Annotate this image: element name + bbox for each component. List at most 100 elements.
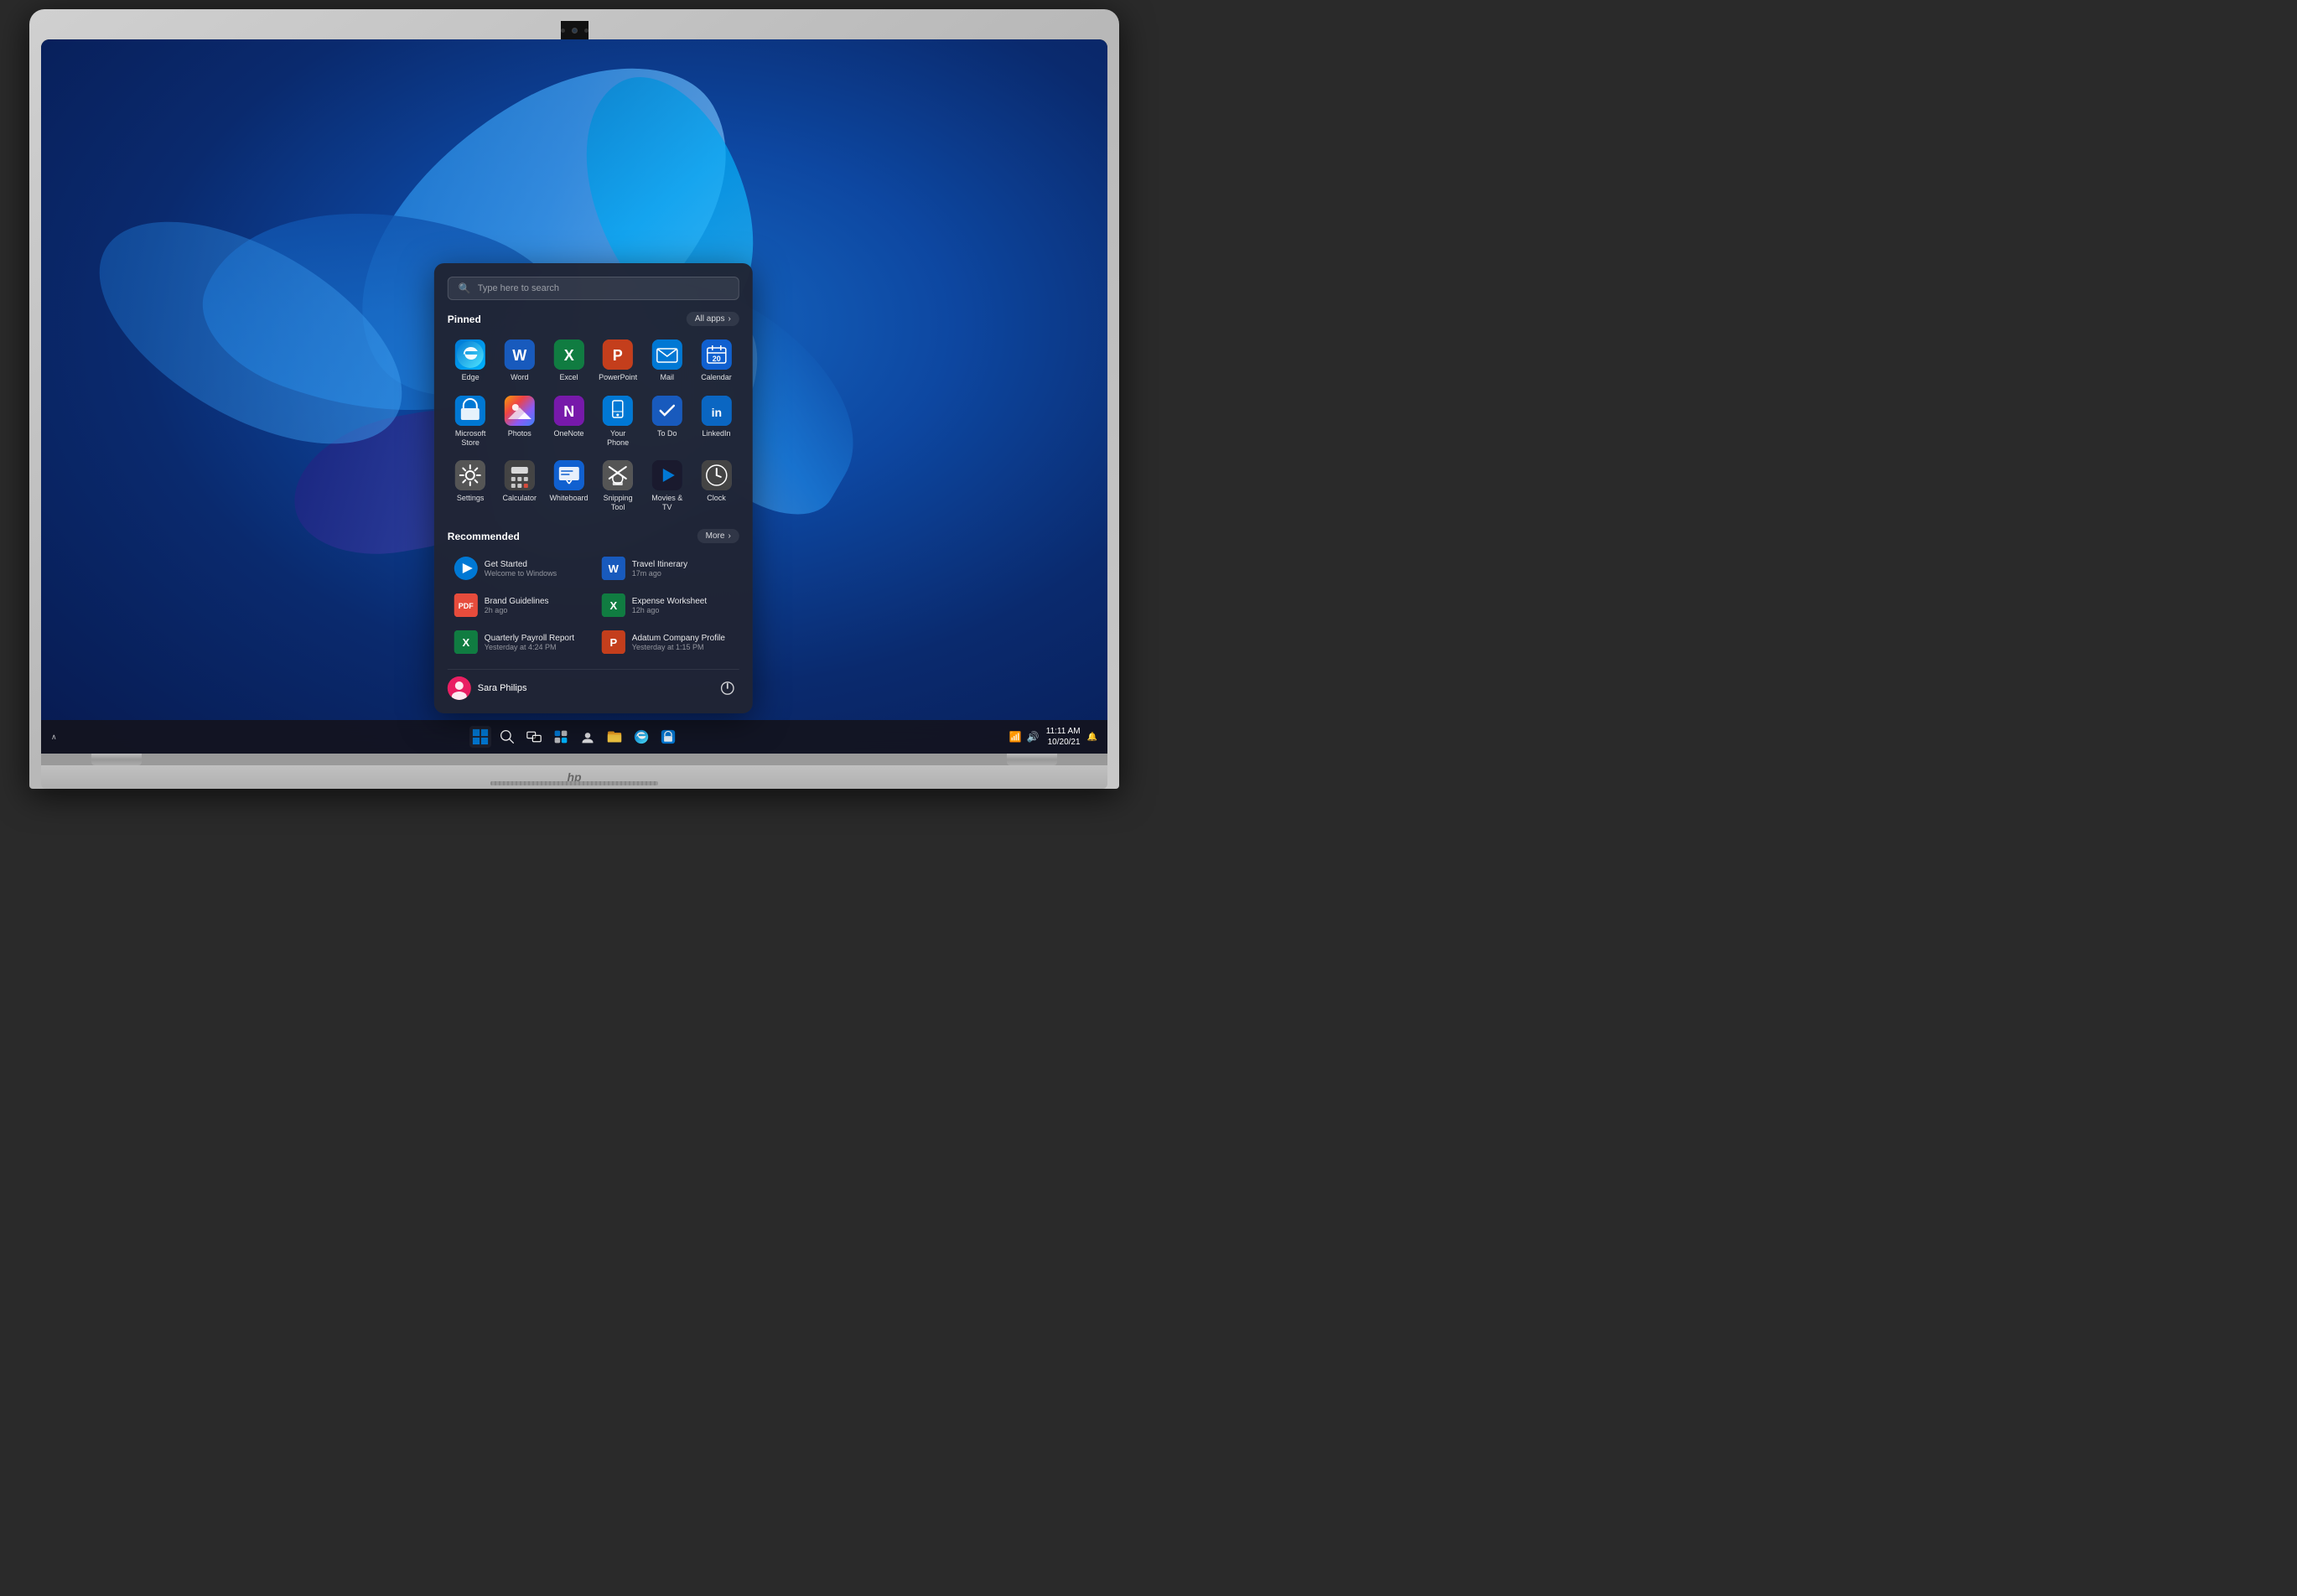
widgets-button[interactable]	[550, 726, 572, 748]
power-button[interactable]	[716, 676, 739, 700]
travel-itinerary-name: Travel Itinerary	[632, 560, 687, 569]
rec-expense-worksheet[interactable]: X Expense Worksheet 12h ago	[595, 588, 739, 622]
user-name: Sara Philips	[478, 683, 527, 693]
movies-tv-label: Movies & TV	[647, 494, 687, 512]
recommended-grid: Get Started Welcome to Windows W Travel …	[448, 552, 739, 659]
calendar-label: Calendar	[701, 373, 732, 382]
app-photos[interactable]: Photos	[496, 391, 542, 453]
svg-text:PDF: PDF	[459, 602, 474, 610]
app-whiteboard[interactable]: Whiteboard	[546, 455, 592, 517]
volume-icon[interactable]: 🔊	[1027, 731, 1040, 743]
more-button[interactable]: More ›	[697, 529, 739, 543]
camera-led	[561, 28, 565, 33]
taskbar-edge-button[interactable]	[630, 726, 652, 748]
taskbar-right: 📶 🔊 11:11 AM 10/20/21 🔔	[1009, 726, 1097, 748]
app-onenote[interactable]: N OneNote	[546, 391, 592, 453]
notification-icon[interactable]: 🔔	[1087, 733, 1097, 742]
movies-tv-icon	[652, 460, 682, 490]
speaker-grille	[490, 781, 658, 785]
app-linkedin[interactable]: in LinkedIn	[693, 391, 739, 453]
clock-label: Clock	[707, 494, 726, 503]
file-explorer-button[interactable]	[604, 726, 625, 748]
store-label: Microsoft Store	[451, 429, 490, 448]
travel-itinerary-text: Travel Itinerary 17m ago	[632, 560, 687, 578]
app-word[interactable]: W Word	[496, 334, 542, 387]
app-calendar[interactable]: 20 Calendar	[693, 334, 739, 387]
chat-button[interactable]	[577, 726, 599, 748]
rec-get-started[interactable]: Get Started Welcome to Windows	[448, 552, 592, 585]
svg-text:in: in	[711, 406, 721, 419]
user-info[interactable]: Sara Philips	[448, 676, 527, 700]
search-placeholder: Type here to search	[478, 283, 559, 293]
settings-icon	[455, 460, 485, 490]
search-bar[interactable]: 🔍 Type here to search	[448, 277, 739, 300]
all-apps-label: All apps	[695, 314, 725, 324]
brand-guidelines-text: Brand Guidelines 2h ago	[485, 597, 549, 614]
rec-brand-guidelines[interactable]: PDF Brand Guidelines 2h ago	[448, 588, 592, 622]
start-button[interactable]	[469, 726, 491, 748]
more-arrow: ›	[728, 531, 730, 541]
app-calculator[interactable]: Calculator	[496, 455, 542, 517]
photos-label: Photos	[508, 429, 531, 438]
svg-text:X: X	[563, 347, 573, 364]
svg-text:X: X	[609, 599, 617, 612]
user-section: Sara Philips	[448, 669, 739, 700]
taskbar-search-button[interactable]	[496, 726, 518, 748]
expense-worksheet-text: Expense Worksheet 12h ago	[632, 597, 707, 614]
datetime-display[interactable]: 11:11 AM 10/20/21	[1046, 726, 1081, 748]
app-store[interactable]: Microsoft Store	[448, 391, 494, 453]
pinned-grid: Edge W Word X Excel	[448, 334, 739, 517]
rec-adatum-profile[interactable]: P Adatum Company Profile Yesterday at 1:…	[595, 625, 739, 659]
snipping-tool-label: Snipping Tool	[599, 494, 638, 512]
quarterly-payroll-icon: X	[454, 630, 478, 654]
todo-icon	[652, 396, 682, 426]
svg-text:X: X	[462, 636, 469, 649]
app-movies-tv[interactable]: Movies & TV	[644, 455, 690, 517]
rec-quarterly-payroll[interactable]: X Quarterly Payroll Report Yesterday at …	[448, 625, 592, 659]
svg-text:P: P	[613, 347, 623, 364]
app-clock[interactable]: Clock	[693, 455, 739, 517]
system-tray-expand[interactable]: ∧	[51, 733, 57, 742]
snipping-tool-icon	[603, 460, 633, 490]
app-excel[interactable]: X Excel	[546, 334, 592, 387]
app-powerpoint[interactable]: P PowerPoint	[595, 334, 641, 387]
system-tray: 📶 🔊	[1009, 731, 1040, 743]
recommended-label: Recommended	[448, 531, 520, 542]
quarterly-payroll-time: Yesterday at 4:24 PM	[485, 643, 574, 651]
onenote-label: OneNote	[553, 429, 583, 438]
svg-text:N: N	[563, 403, 574, 420]
wifi-icon[interactable]: 📶	[1009, 731, 1022, 743]
app-settings[interactable]: Settings	[448, 455, 494, 517]
taskbar-center	[469, 726, 679, 748]
recommended-section: Recommended More ›	[448, 529, 739, 659]
task-view-button[interactable]	[523, 726, 545, 748]
app-snipping-tool[interactable]: Snipping Tool	[595, 455, 641, 517]
word-label: Word	[511, 373, 528, 382]
recommended-section-header: Recommended More ›	[448, 529, 739, 543]
time-display: 11:11 AM	[1046, 726, 1081, 737]
linkedin-icon: in	[701, 396, 731, 426]
app-mail[interactable]: Mail	[644, 334, 690, 387]
laptop-bottom: hp	[41, 765, 1107, 789]
your-phone-icon	[603, 396, 633, 426]
adatum-profile-name: Adatum Company Profile	[632, 634, 725, 643]
taskbar-left: ∧	[51, 733, 57, 742]
travel-itinerary-icon: W	[602, 557, 625, 580]
calculator-icon	[505, 460, 535, 490]
rec-travel-itinerary[interactable]: W Travel Itinerary 17m ago	[595, 552, 739, 585]
expense-worksheet-time: 12h ago	[632, 606, 707, 614]
app-your-phone[interactable]: Your Phone	[595, 391, 641, 453]
quarterly-payroll-text: Quarterly Payroll Report Yesterday at 4:…	[485, 634, 574, 651]
desktop: 🔍 Type here to search Pinned All apps ›	[41, 39, 1107, 754]
adatum-profile-icon: P	[602, 630, 625, 654]
top-bezel	[561, 21, 589, 39]
app-todo[interactable]: To Do	[644, 391, 690, 453]
adatum-profile-text: Adatum Company Profile Yesterday at 1:15…	[632, 634, 725, 651]
linkedin-label: LinkedIn	[702, 429, 730, 438]
app-edge[interactable]: Edge	[448, 334, 494, 387]
your-phone-label: Your Phone	[599, 429, 638, 448]
taskbar-store-button[interactable]	[657, 726, 679, 748]
whiteboard-label: Whiteboard	[549, 494, 588, 503]
onenote-icon: N	[553, 396, 583, 426]
all-apps-button[interactable]: All apps ›	[687, 312, 739, 326]
